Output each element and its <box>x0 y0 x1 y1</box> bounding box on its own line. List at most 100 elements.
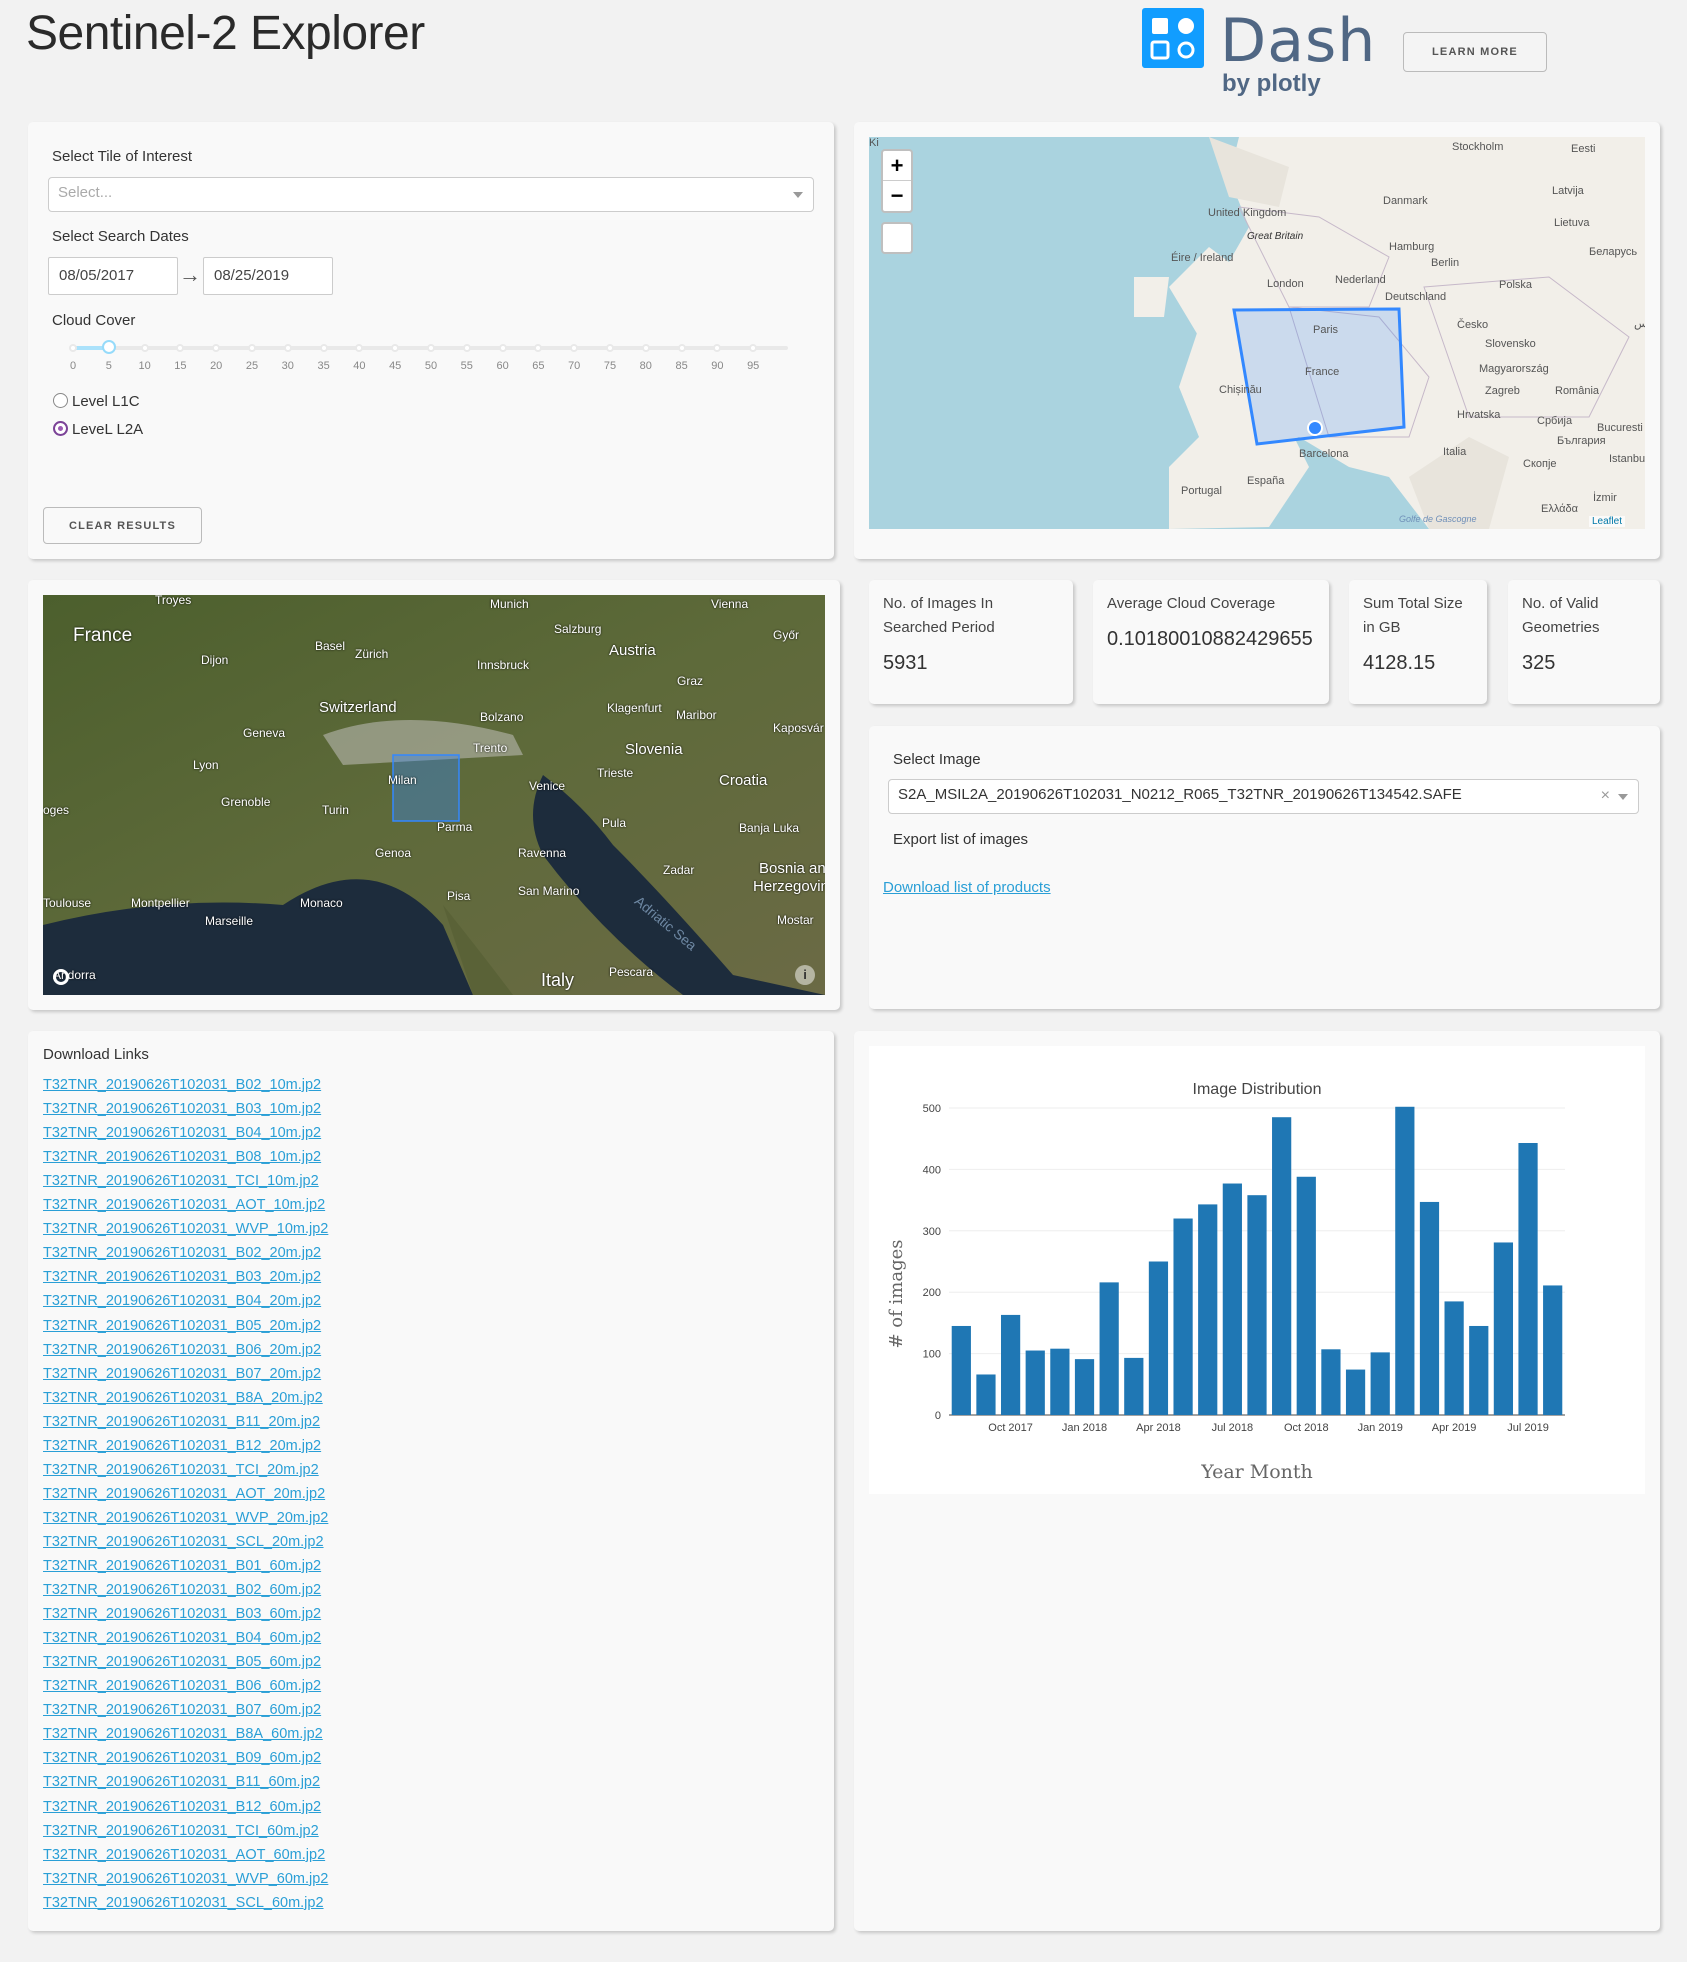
chart-svg[interactable]: 0 100 200 300 400 500 Oct 2017 Jan 2018 Apr 201… <box>869 1046 1645 1494</box>
download-link[interactable]: T32TNR_20190626T102031_B02_60m.jp2 <box>43 1582 321 1598</box>
satellite-place-label: Venice <box>529 779 566 793</box>
download-link[interactable]: T32TNR_20190626T102031_B05_60m.jp2 <box>43 1654 321 1670</box>
dates-label: Select Search Dates <box>52 228 189 245</box>
slider-step-dot[interactable] <box>69 344 77 352</box>
draw-rectangle-button[interactable] <box>881 222 913 254</box>
clear-results-button[interactable]: CLEAR RESULTS <box>43 507 202 544</box>
download-link[interactable]: T32TNR_20190626T102031_B02_10m.jp2 <box>43 1077 321 1093</box>
download-link[interactable]: T32TNR_20190626T102031_B11_60m.jp2 <box>43 1774 320 1790</box>
satellite-place-label: Troyes <box>155 595 192 607</box>
download-link[interactable]: T32TNR_20190626T102031_B03_20m.jp2 <box>43 1269 321 1285</box>
download-link[interactable]: T32TNR_20190626T102031_B01_60m.jp2 <box>43 1558 321 1574</box>
slider-step-dot[interactable] <box>283 344 292 352</box>
chart-bar <box>1050 1348 1070 1415</box>
satellite-place-label: Banja Luka <box>739 821 800 835</box>
info-icon[interactable]: i <box>795 965 815 985</box>
map-place-label: Danmark <box>1383 195 1428 207</box>
chart-y-tick-label: 400 <box>923 1164 941 1176</box>
download-link[interactable]: T32TNR_20190626T102031_B04_20m.jp2 <box>43 1293 321 1309</box>
chart-y-tick-label: 0 <box>935 1410 941 1422</box>
download-link[interactable]: T32TNR_20190626T102031_SCL_60m.jp2 <box>43 1895 324 1911</box>
download-link[interactable]: T32TNR_20190626T102031_B12_20m.jp2 <box>43 1438 321 1454</box>
zoom-out-button[interactable]: − <box>883 181 911 211</box>
zoom-in-button[interactable]: + <box>883 151 911 181</box>
download-link[interactable]: T32TNR_20190626T102031_B03_10m.jp2 <box>43 1101 321 1117</box>
slider-step-dot[interactable] <box>498 344 507 352</box>
map-attribution[interactable]: Leaflet <box>1588 516 1625 527</box>
download-link[interactable]: T32TNR_20190626T102031_B11_20m.jp2 <box>43 1414 320 1430</box>
slider-step-dot[interactable] <box>319 344 328 352</box>
download-link[interactable]: T32TNR_20190626T102031_B09_60m.jp2 <box>43 1750 321 1766</box>
download-link[interactable]: T32TNR_20190626T102031_B07_60m.jp2 <box>43 1702 321 1718</box>
radio-l2a-label[interactable]: LeveL L2A <box>72 421 143 438</box>
mapbox-logo-icon[interactable] <box>53 969 69 985</box>
cloud-cover-slider[interactable] <box>69 340 788 354</box>
satellite-place-label: Dijon <box>201 653 229 667</box>
download-link[interactable]: T32TNR_20190626T102031_B07_20m.jp2 <box>43 1366 321 1382</box>
download-link[interactable]: T32TNR_20190626T102031_AOT_60m.jp2 <box>43 1847 325 1863</box>
slider-step-dot[interactable] <box>462 344 471 352</box>
download-link[interactable]: T32TNR_20190626T102031_AOT_20m.jp2 <box>43 1486 325 1502</box>
slider-tick-label: 85 <box>675 360 688 372</box>
download-link[interactable]: T32TNR_20190626T102031_B02_20m.jp2 <box>43 1245 321 1261</box>
slider-step-dot[interactable] <box>641 344 650 352</box>
end-date-input[interactable]: 08/25/2019 <box>203 257 333 295</box>
download-link[interactable]: T32TNR_20190626T102031_TCI_10m.jp2 <box>43 1173 319 1189</box>
chevron-down-icon[interactable] <box>793 192 803 198</box>
download-link[interactable]: T32TNR_20190626T102031_TCI_20m.jp2 <box>43 1462 319 1478</box>
chart-bar <box>1345 1369 1366 1415</box>
chart-bar <box>1173 1218 1193 1415</box>
slider-handle[interactable] <box>101 340 116 354</box>
download-link[interactable]: T32TNR_20190626T102031_AOT_10m.jp2 <box>43 1197 325 1213</box>
tile-dropdown[interactable]: Select... <box>48 177 814 212</box>
satellite-place-label: Pula <box>602 816 627 830</box>
map-place-label: Deutschland <box>1385 291 1447 303</box>
dash-logo-word: Dash <box>1220 6 1377 76</box>
map-place-label: España <box>1247 475 1285 487</box>
radio-l1c[interactable] <box>53 393 68 408</box>
slider-step-dot[interactable] <box>677 344 686 352</box>
start-date-input[interactable]: 08/05/2017 <box>48 257 178 295</box>
download-link[interactable]: T32TNR_20190626T102031_WVP_60m.jp2 <box>43 1871 328 1887</box>
download-link[interactable]: T32TNR_20190626T102031_B12_60m.jp2 <box>43 1799 321 1815</box>
chart-bar <box>1296 1176 1316 1415</box>
download-link[interactable]: T32TNR_20190626T102031_B04_10m.jp2 <box>43 1125 321 1141</box>
download-link[interactable]: T32TNR_20190626T102031_B06_60m.jp2 <box>43 1678 321 1694</box>
download-link[interactable]: T32TNR_20190626T102031_B08_10m.jp2 <box>43 1149 321 1165</box>
dash-logo[interactable]: Dash by plotly <box>1142 6 1382 98</box>
map-place-label: Barcelona <box>1299 448 1349 460</box>
download-link[interactable]: T32TNR_20190626T102031_TCI_60m.jp2 <box>43 1823 319 1839</box>
map-place-label: Great Britain <box>1247 231 1304 242</box>
download-link[interactable]: T32TNR_20190626T102031_SCL_20m.jp2 <box>43 1534 324 1550</box>
download-link[interactable]: T32TNR_20190626T102031_B8A_20m.jp2 <box>43 1390 323 1406</box>
download-link[interactable]: T32TNR_20190626T102031_B05_20m.jp2 <box>43 1318 321 1334</box>
download-link[interactable]: T32TNR_20190626T102031_B06_20m.jp2 <box>43 1342 321 1358</box>
select-image-dropdown[interactable]: S2A_MSIL2A_20190626T102031_N0212_R065_T3… <box>888 779 1639 814</box>
overview-map[interactable]: + − Stockholm Eesti Latvija Danmark Lietuva U… <box>869 137 1645 529</box>
download-link[interactable]: T32TNR_20190626T102031_WVP_20m.jp2 <box>43 1510 328 1526</box>
download-products-link[interactable]: Download list of products <box>883 879 1051 896</box>
radio-l2a[interactable] <box>53 421 68 436</box>
slider-step-dot[interactable] <box>248 344 256 352</box>
learn-more-button[interactable]: LEARN MORE <box>1403 32 1547 72</box>
satellite-place-label: Pisa <box>447 889 471 903</box>
slider-tick-label: 80 <box>639 360 652 372</box>
chart-bar <box>1419 1201 1440 1415</box>
clear-selection-icon[interactable]: × <box>1601 787 1610 805</box>
slider-step-dot[interactable] <box>140 344 149 352</box>
download-link[interactable]: T32TNR_20190626T102031_B8A_60m.jp2 <box>43 1726 323 1742</box>
map-place-label: Беларусь <box>1589 246 1638 258</box>
satellite-map[interactable]: France Munich Salzburg Vienna Troyes Basel Zür… <box>43 595 825 995</box>
stat-cloud-title: Average Cloud Coverage <box>1107 595 1276 612</box>
satellite-place-label: Munich <box>490 597 529 611</box>
dash-logo-icon <box>1142 8 1204 68</box>
download-link[interactable]: T32TNR_20190626T102031_WVP_10m.jp2 <box>43 1221 328 1237</box>
radio-l1c-label[interactable]: Level L1C <box>72 393 140 410</box>
chevron-down-icon[interactable] <box>1618 794 1628 800</box>
download-link[interactable]: T32TNR_20190626T102031_B04_60m.jp2 <box>43 1630 321 1646</box>
slider-step-dot[interactable] <box>606 344 614 352</box>
slider-step-dot[interactable] <box>427 344 435 352</box>
download-link[interactable]: T32TNR_20190626T102031_B03_60m.jp2 <box>43 1606 321 1622</box>
chart-y-tick-label: 200 <box>923 1287 941 1299</box>
map-place-label: Hrvatska <box>1457 409 1501 421</box>
